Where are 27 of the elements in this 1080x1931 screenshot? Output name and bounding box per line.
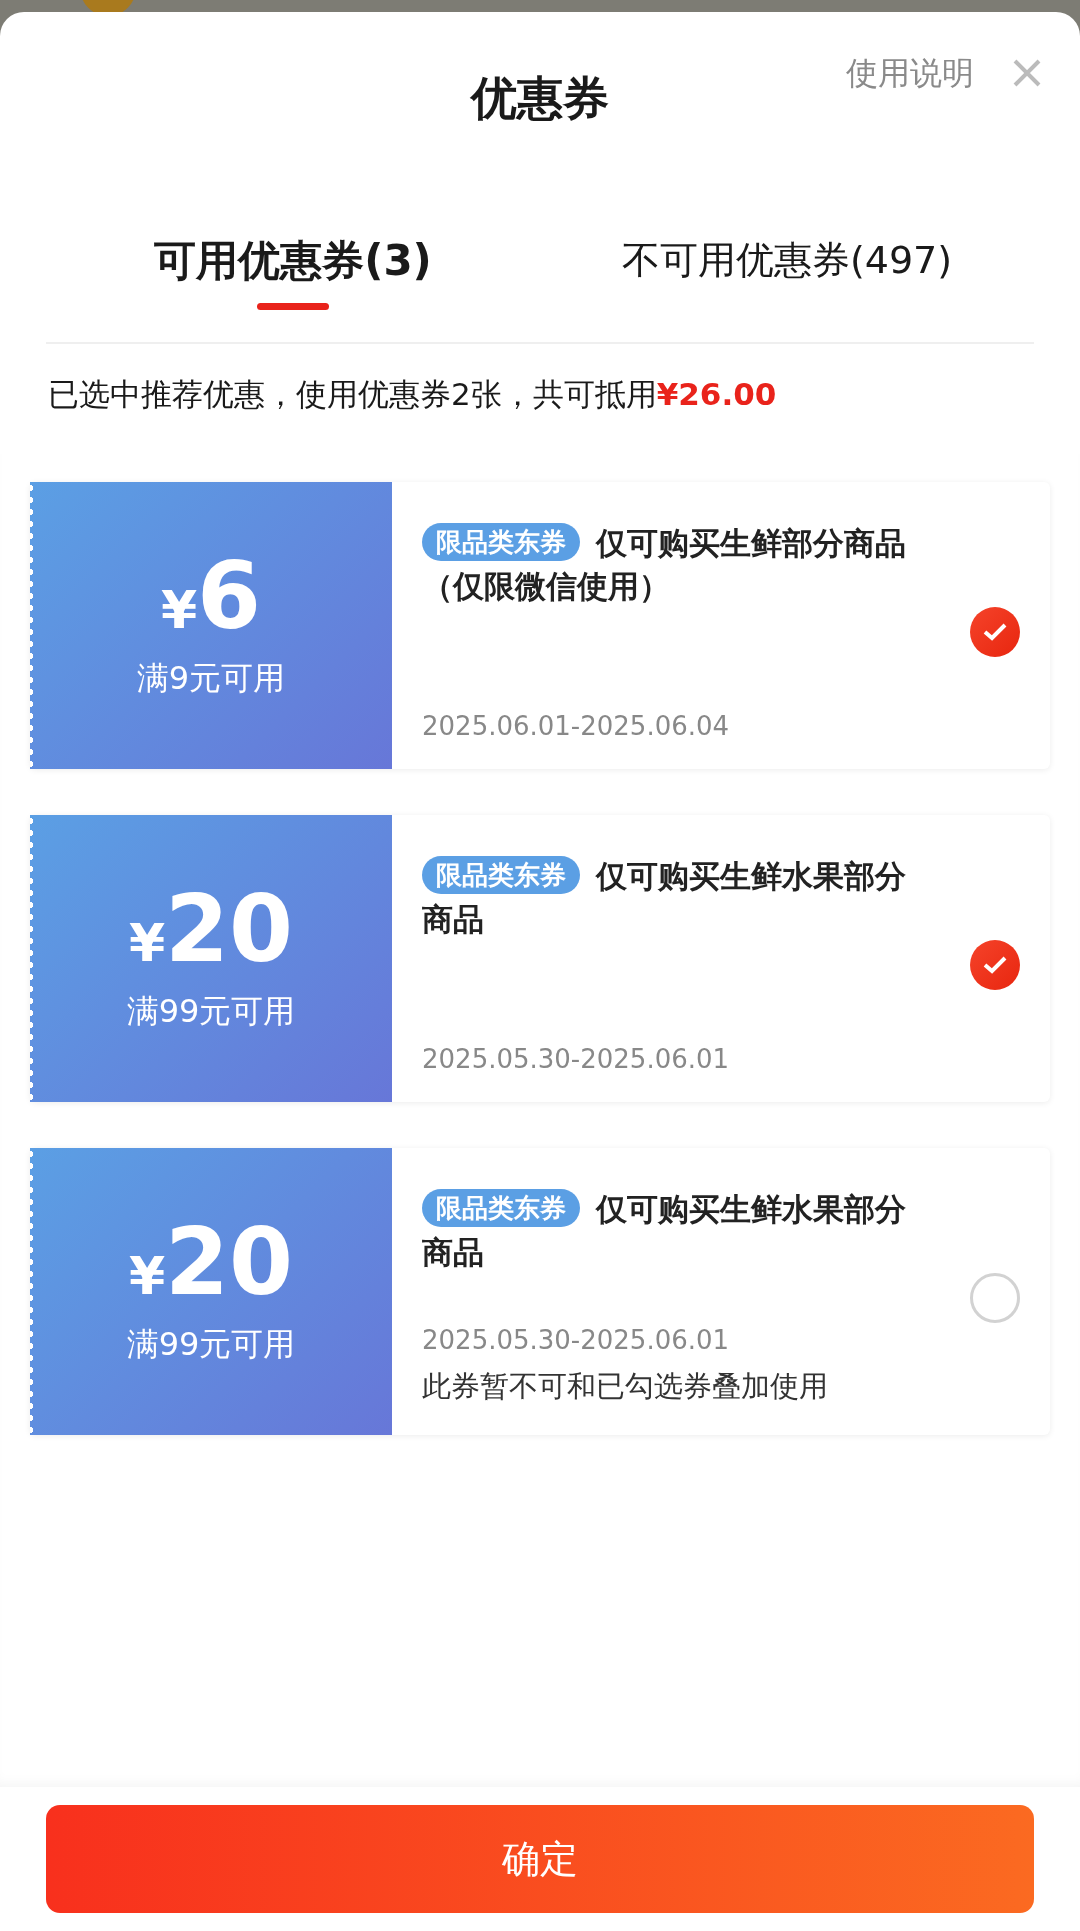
coupon-condition: 满99元可用 bbox=[126, 990, 296, 1032]
coupon-title: 限品类东券 仅可购买生鲜水果部分商品 bbox=[422, 1188, 907, 1273]
coupon-tab[interactable]: 可用优惠券(3) bbox=[154, 232, 432, 289]
coupon-validity: 2025.06.01-2025.06.04 bbox=[422, 711, 731, 741]
sheet-title: 优惠券 bbox=[471, 70, 609, 127]
coupon-title: 限品类东券 仅可购买生鲜部分商品（仅限微信使用） bbox=[422, 522, 907, 607]
category-tag: 限品类东券 bbox=[422, 1189, 580, 1228]
category-tag: 限品类东券 bbox=[422, 856, 580, 895]
coupon-condition: 满9元可用 bbox=[136, 657, 286, 699]
tab-underline bbox=[257, 302, 329, 310]
coupon-validity: 2025.05.30-2025.06.01 bbox=[422, 1044, 731, 1074]
coupon-validity: 2025.05.30-2025.06.01 bbox=[422, 1325, 731, 1355]
coupon-card[interactable]: ¥6 满9元可用 限品类东券 仅可购买生鲜部分商品（仅限微信使用） 2025.06.01-2025.06.04 bbox=[30, 482, 1050, 769]
coupon-note: 此券暂不可和已勾选券叠加使用 bbox=[422, 1368, 829, 1405]
selection-summary: 已选中推荐优惠，使用优惠券2张，共可抵用¥26.00 bbox=[47, 375, 778, 414]
coupon-amount: ¥6 bbox=[160, 550, 262, 643]
coupon-card[interactable]: ¥20 满99元可用 限品类东券 仅可购买生鲜水果部分商品 2025.05.30-2025.06.01 此券暂不可和已勾选券叠加使用 bbox=[30, 1148, 1050, 1435]
checked-icon[interactable] bbox=[970, 939, 1020, 990]
category-tag: 限品类东券 bbox=[422, 523, 580, 562]
checked-icon[interactable] bbox=[970, 606, 1020, 657]
coupon-amount: ¥20 bbox=[128, 1216, 294, 1309]
coupon-title: 限品类东券 仅可购买生鲜水果部分商品 bbox=[422, 855, 907, 940]
coupon-condition: 满99元可用 bbox=[126, 1323, 296, 1365]
unchecked-circle[interactable] bbox=[970, 1272, 1020, 1323]
coupon-amount: ¥20 bbox=[128, 883, 294, 976]
coupon-tab[interactable]: 不可用优惠券(497) bbox=[621, 235, 953, 286]
coupon-card[interactable]: ¥20 满99元可用 限品类东券 仅可购买生鲜水果部分商品 2025.05.30-2025.06.01 bbox=[30, 815, 1050, 1102]
